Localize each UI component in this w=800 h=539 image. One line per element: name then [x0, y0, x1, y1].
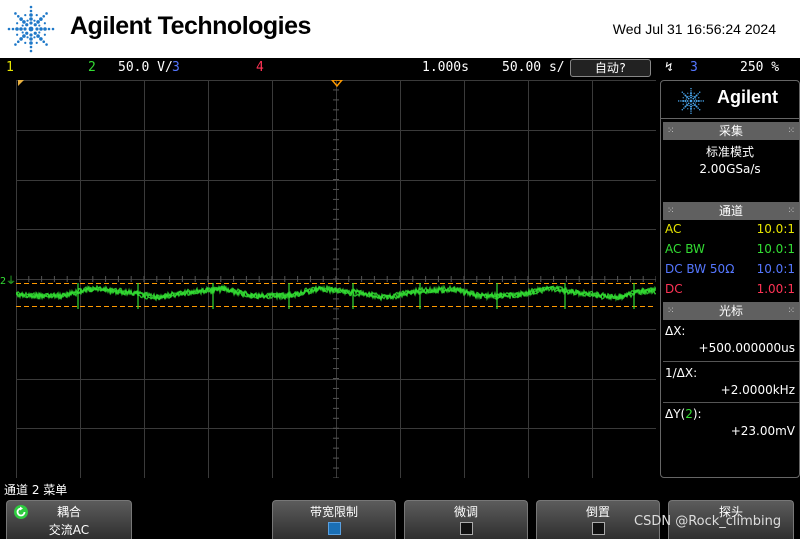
brand-name: Agilent Technologies	[70, 12, 311, 40]
channel-4-indicator[interactable]: 4	[256, 60, 264, 75]
vernier-checkbox[interactable]	[459, 522, 473, 535]
coupling-softkey[interactable]: 耦合 交流AC	[6, 500, 132, 539]
agilent-spark-small-icon	[677, 87, 705, 115]
channel-2-info: AC BW 10.0:1	[665, 242, 795, 256]
menu-title: 通道 2 菜单	[4, 483, 68, 497]
channel-3-indicator[interactable]: 3	[172, 60, 180, 75]
side-logo: Agilent	[661, 81, 799, 119]
side-logo-text: Agilent	[717, 87, 778, 107]
rising-edge-icon: ↯	[665, 60, 673, 75]
channel-1-indicator[interactable]: 1	[6, 60, 14, 75]
channel-4-info: DC 1.00:1	[665, 282, 795, 296]
invert-checkbox[interactable]	[591, 522, 605, 535]
delta-y-readout: ΔY(2): +23.00mV	[663, 402, 799, 443]
channel-section-header: ⁙ 通道 ⁙	[663, 202, 799, 220]
ground-icon: ⏚	[6, 276, 17, 287]
agilent-spark-logo-icon	[7, 5, 55, 53]
acquisition-section-header: ⁙ 采集 ⁙	[663, 122, 799, 140]
trigger-mode-button[interactable]: 自动?	[570, 59, 651, 77]
inverse-delta-x-readout: 1/ΔX: +2.0000kHz	[663, 361, 799, 402]
sample-rate: 2.00GSa/s	[699, 162, 761, 176]
trigger-level: 250 %	[740, 60, 780, 75]
acquisition-mode: 标准模式	[705, 145, 754, 159]
date-time: Wed Jul 31 16:56:24 2024	[612, 21, 776, 37]
channel-2-scale: 50.0 V/	[118, 60, 173, 75]
time-offset: 1.000s	[422, 60, 469, 75]
watermark-text: CSDN @Rock_climbing	[634, 514, 782, 529]
bandwidth-limit-softkey[interactable]: 带宽限制	[272, 500, 396, 539]
channel-3-info: DC BW 50Ω 10.0:1	[665, 262, 795, 276]
waveform-display[interactable]	[16, 80, 656, 478]
header-bar: Agilent Technologies Wed Jul 31 16:56:24…	[0, 0, 800, 58]
cursor-section-header: ⁙ 光标 ⁙	[663, 302, 799, 320]
info-side-panel: Agilent ⁙ 采集 ⁙ 标准模式 2.00GSa/s ⁙ 通道 ⁙ AC …	[660, 80, 800, 478]
channel-1-info: AC 10.0:1	[665, 222, 795, 236]
vernier-softkey[interactable]: 微调	[404, 500, 528, 539]
status-bar: 1 2 50.0 V/ 3 4 1.000s 50.00 s/ 自动? ↯ 3 …	[0, 58, 800, 79]
bandwidth-limit-checkbox[interactable]	[327, 522, 341, 535]
delta-x-readout: ΔX: +500.000000us	[665, 324, 795, 355]
time-scale: 50.00 s/	[502, 60, 565, 75]
trigger-source: 3	[690, 60, 698, 75]
graticule	[16, 80, 656, 478]
channel-2-indicator[interactable]: 2	[88, 60, 96, 75]
channel-2-ground-marker[interactable]: 2⏚	[0, 272, 16, 287]
